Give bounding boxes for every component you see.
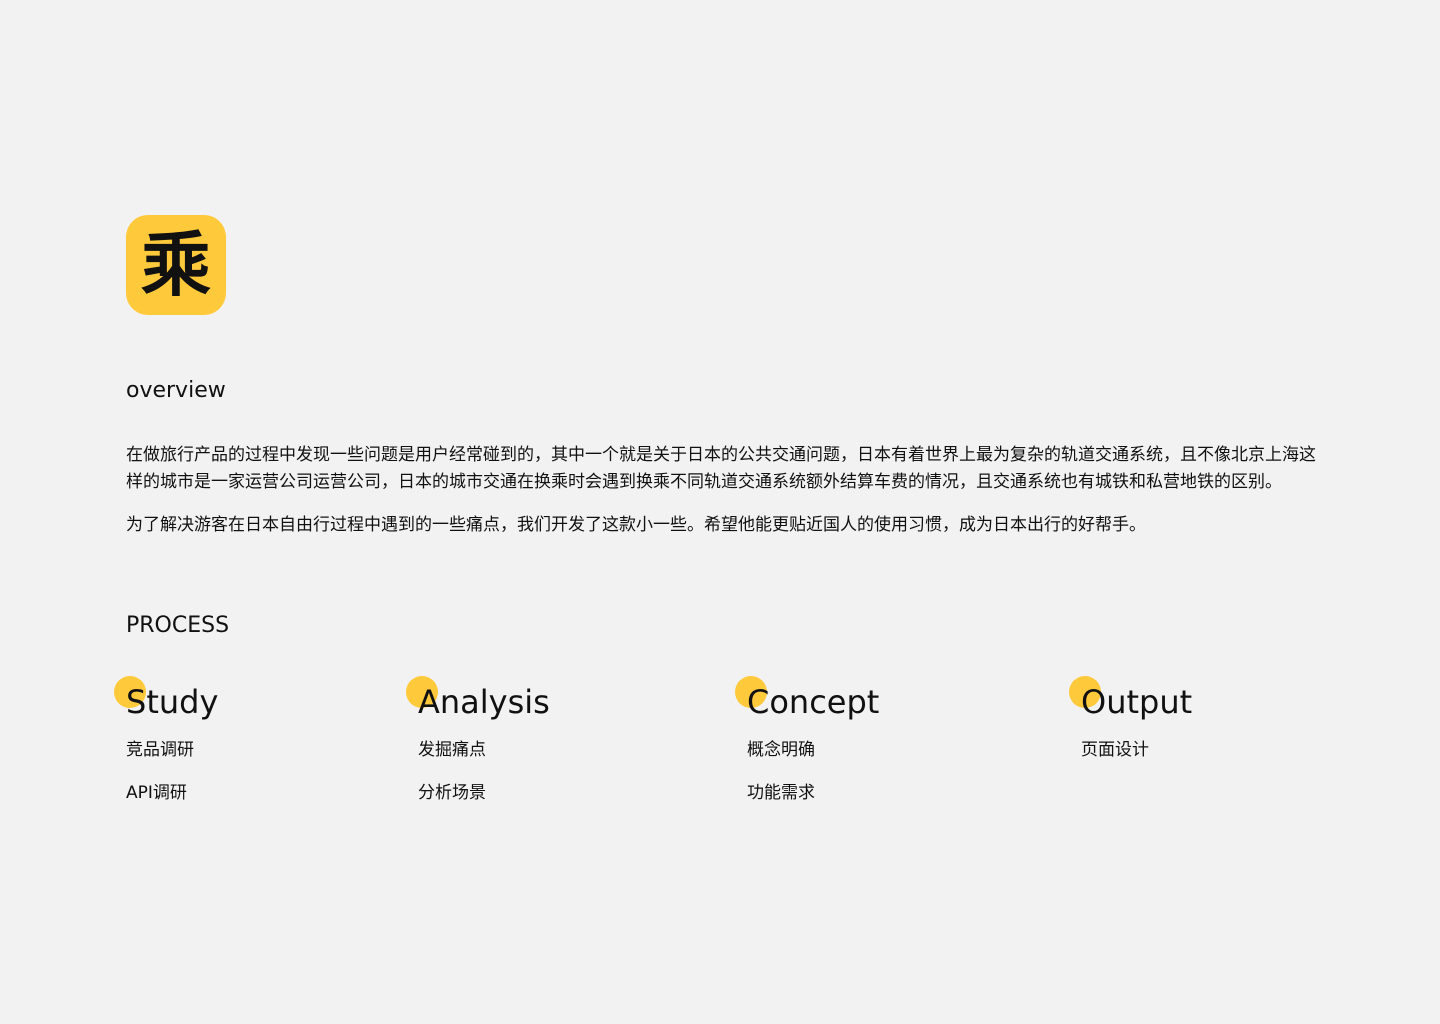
- step-item: API调研: [126, 783, 187, 803]
- step-item: 分析场景: [418, 783, 486, 803]
- step-title: Analysis: [418, 683, 550, 721]
- process-step-output: Output 页面设计: [1069, 676, 1193, 762]
- step-title: Study: [126, 683, 219, 721]
- step-item-list: 发掘痛点 分析场景: [418, 738, 550, 805]
- step-item-list: 竞品调研 API调研: [126, 738, 218, 805]
- step-title: Concept: [747, 683, 880, 721]
- process-step-analysis: Analysis 发掘痛点 分析场景: [406, 676, 550, 805]
- overview-paragraph: 在做旅行产品的过程中发现一些问题是用户经常碰到的，其中一个就是关于日本的公共交通…: [126, 445, 1316, 492]
- overview-paragraph: 为了解决游客在日本自由行过程中遇到的一些痛点，我们开发了这款小一些。希望他能更贴…: [126, 515, 1146, 535]
- overview-body: 在做旅行产品的过程中发现一些问题是用户经常碰到的，其中一个就是关于日本的公共交通…: [126, 442, 1326, 539]
- step-item: 竞品调研: [126, 740, 194, 760]
- step-item: 发掘痛点: [418, 740, 486, 760]
- step-item-list: 页面设计: [1081, 738, 1192, 762]
- overview-heading: overview: [126, 378, 226, 403]
- app-logo: 乘: [126, 215, 226, 315]
- process-heading: PROCESS: [126, 613, 230, 638]
- step-item: 页面设计: [1081, 740, 1149, 760]
- process-step-study: Study 竞品调研 API调研: [114, 676, 219, 805]
- step-item-list: 概念明确 功能需求: [747, 738, 879, 805]
- step-item: 功能需求: [747, 783, 815, 803]
- step-item: 概念明确: [747, 740, 815, 760]
- step-title: Output: [1081, 683, 1193, 721]
- cheng-logo-icon: 乘: [141, 223, 211, 306]
- process-step-concept: Concept 概念明确 功能需求: [735, 676, 880, 805]
